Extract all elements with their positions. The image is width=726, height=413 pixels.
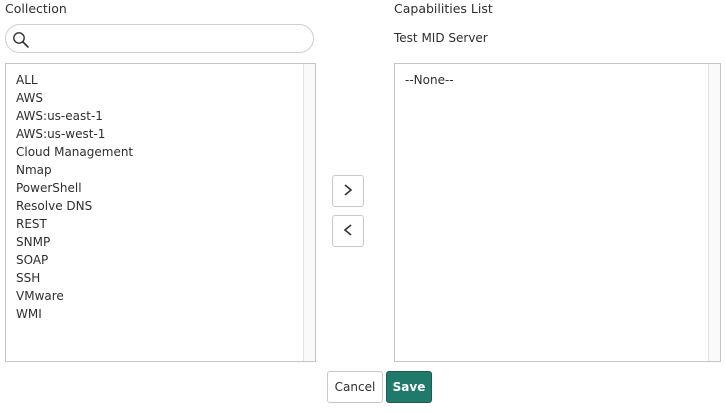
capabilities-list-label: Capabilities List xyxy=(394,1,493,16)
list-item[interactable]: Nmap xyxy=(16,161,315,179)
capabilities-items: --None-- xyxy=(395,64,720,89)
capabilities-listbox[interactable]: --None-- xyxy=(394,63,721,362)
collection-search[interactable] xyxy=(5,24,314,53)
list-item[interactable]: Resolve DNS xyxy=(16,197,315,215)
chevron-right-icon xyxy=(342,183,354,200)
list-item[interactable]: AWS xyxy=(16,89,315,107)
list-item[interactable]: VMware xyxy=(16,287,315,305)
collection-scrollbar[interactable] xyxy=(303,64,315,361)
move-right-button[interactable] xyxy=(332,175,364,207)
collection-listbox[interactable]: ALL AWS AWS:us-east-1 AWS:us-west-1 Cloud Ma… xyxy=(5,63,316,362)
list-item[interactable]: --None-- xyxy=(405,71,720,89)
list-item[interactable]: ALL xyxy=(16,71,315,89)
collection-items: ALL AWS AWS:us-east-1 AWS:us-west-1 Cloud Ma… xyxy=(6,64,315,323)
cancel-button[interactable]: Cancel xyxy=(327,371,383,403)
search-icon xyxy=(12,31,30,49)
collection-label: Collection xyxy=(5,1,67,16)
list-item[interactable]: Cloud Management xyxy=(16,143,315,161)
list-item[interactable]: AWS:us-west-1 xyxy=(16,125,315,143)
list-item[interactable]: AWS:us-east-1 xyxy=(16,107,315,125)
mid-server-name: Test MID Server xyxy=(394,31,488,45)
move-left-button[interactable] xyxy=(332,215,364,247)
list-item[interactable]: SSH xyxy=(16,269,315,287)
save-button[interactable]: Save xyxy=(386,371,432,403)
list-item[interactable]: PowerShell xyxy=(16,179,315,197)
capabilities-scrollbar[interactable] xyxy=(708,64,720,361)
chevron-left-icon xyxy=(342,223,354,240)
collection-search-input[interactable] xyxy=(34,29,308,51)
list-item[interactable]: WMI xyxy=(16,305,315,323)
list-item[interactable]: SNMP xyxy=(16,233,315,251)
list-item[interactable]: SOAP xyxy=(16,251,315,269)
list-item[interactable]: REST xyxy=(16,215,315,233)
